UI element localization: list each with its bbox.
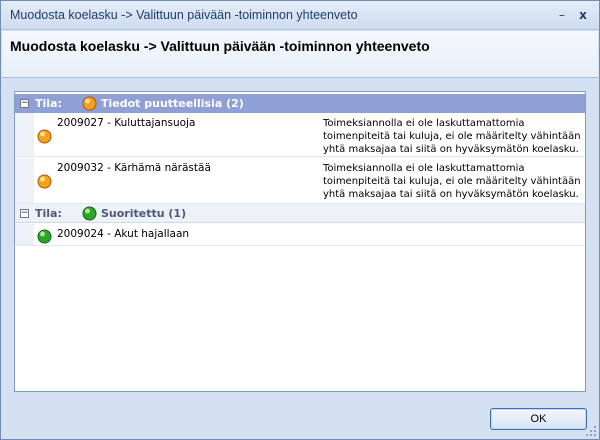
resize-grip-icon[interactable] bbox=[585, 425, 597, 437]
warning-status-icon bbox=[37, 129, 52, 144]
table-row[interactable]: 2009024 - Akut hajallaan bbox=[15, 224, 585, 246]
table-row[interactable]: 2009032 - Kärhämä närästää Toimeksiannol… bbox=[15, 158, 585, 204]
warning-status-icon bbox=[37, 174, 52, 189]
row-name: 2009027 - Kuluttajansuoja bbox=[57, 117, 196, 129]
group-header-incomplete[interactable]: − Tila: Tiedot puutteellisia (2) bbox=[15, 94, 585, 113]
minimize-button[interactable]: – bbox=[554, 8, 570, 22]
table-row[interactable]: 2009027 - Kuluttajansuoja Toimeksiannoll… bbox=[15, 113, 585, 157]
row-description: Toimeksiannolla ei ole laskuttamattomia … bbox=[323, 163, 581, 200]
title-bar[interactable]: Muodosta koelasku -> Valittuun päivään -… bbox=[1, 1, 599, 30]
group-status: Tiedot puutteellisia (2) bbox=[101, 97, 244, 110]
collapse-icon[interactable]: − bbox=[20, 209, 29, 218]
ok-button[interactable]: OK bbox=[490, 408, 587, 430]
window-title: Muodosta koelasku -> Valittuun päivään -… bbox=[10, 8, 358, 22]
group-label: Tila: bbox=[35, 97, 62, 110]
close-button[interactable]: x bbox=[575, 8, 591, 22]
dialog-window: Muodosta koelasku -> Valittuun päivään -… bbox=[0, 0, 600, 440]
success-status-icon bbox=[37, 229, 52, 244]
row-name: 2009024 - Akut hajallaan bbox=[57, 228, 190, 240]
row-name: 2009032 - Kärhämä närästää bbox=[57, 162, 211, 174]
success-status-icon bbox=[82, 206, 97, 221]
header-panel: Muodosta koelasku -> Valittuun päivään -… bbox=[2, 31, 598, 78]
page-title: Muodosta koelasku -> Valittuun päivään -… bbox=[10, 38, 430, 54]
row-description: Toimeksiannolla ei ole laskuttamattomia … bbox=[323, 118, 581, 155]
group-status: Suoritettu (1) bbox=[101, 207, 187, 220]
group-header-completed[interactable]: − Tila: Suoritettu (1) bbox=[15, 204, 585, 223]
collapse-icon[interactable]: − bbox=[20, 99, 29, 108]
group-label: Tila: bbox=[35, 207, 62, 220]
summary-grid[interactable]: − Tila: Tiedot puutteellisia (2) 2009027… bbox=[14, 91, 586, 392]
warning-status-icon bbox=[82, 96, 97, 111]
